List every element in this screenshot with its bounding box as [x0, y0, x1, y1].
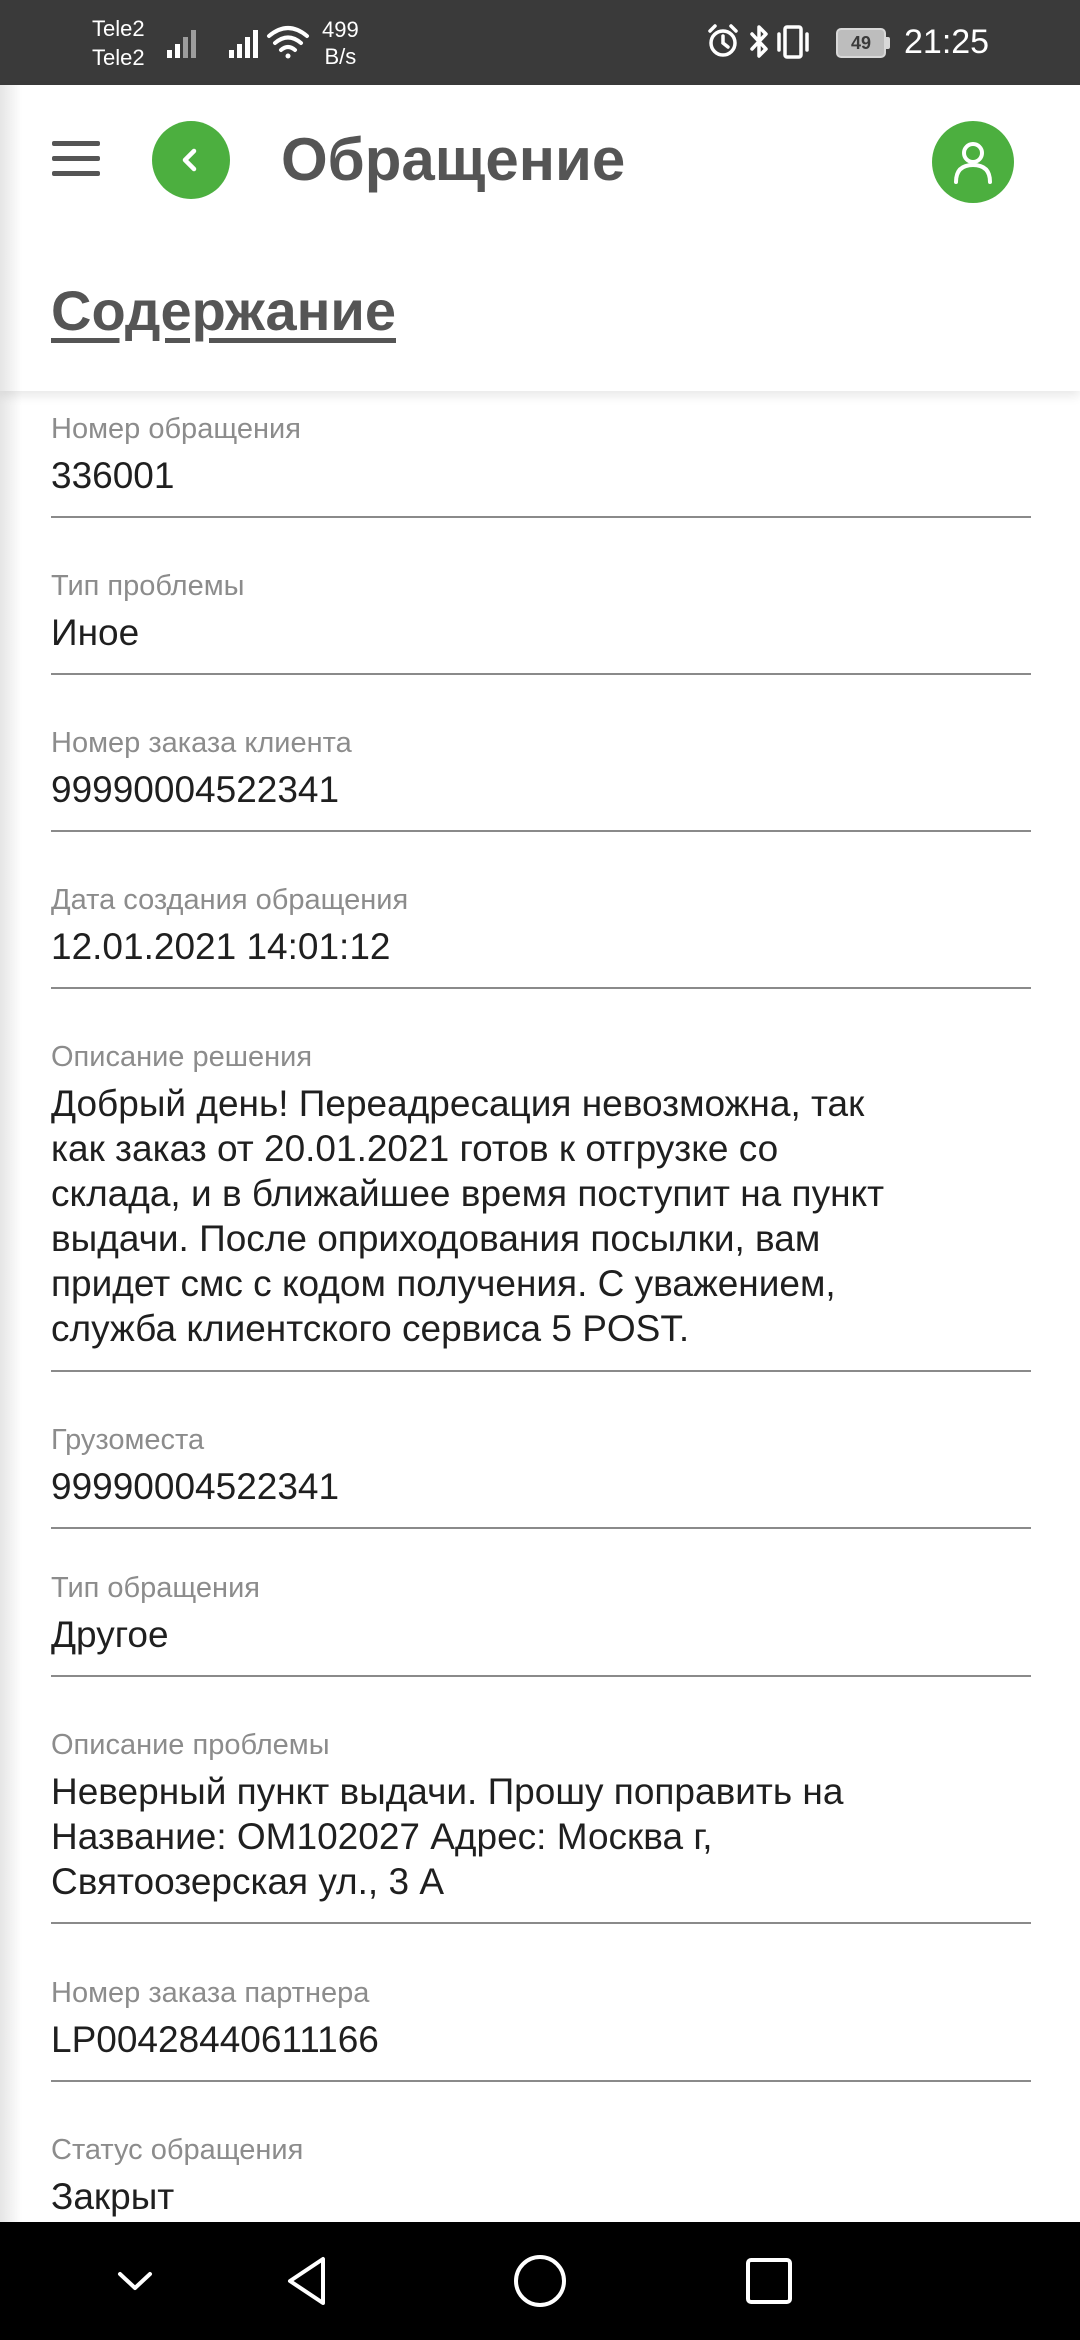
field-value: 336001	[51, 455, 175, 496]
signal-icons	[167, 26, 309, 59]
page-title: Обращение	[281, 126, 626, 193]
field-value: Закрыт	[51, 2176, 175, 2217]
network-speed-unit: B/s	[324, 44, 357, 69]
text-line: как заказ от 20.01.2021 готов к отгрузке…	[51, 1128, 779, 1169]
profile-button[interactable]	[932, 121, 1014, 203]
field-label: Номер заказа клиента	[51, 727, 352, 759]
text-line: Название: ОМ102027 Адрес: Москва г,	[51, 1816, 713, 1857]
wifi-icon	[267, 26, 309, 59]
text-line: придет смс с кодом получения. С уважение…	[51, 1263, 836, 1304]
bluetooth-icon	[750, 25, 768, 58]
chevron-down-icon[interactable]	[100, 2246, 170, 2316]
field-creation-date: Дата создания обращения 12.01.2021 14:01…	[51, 883, 1031, 989]
vibrate-icon	[777, 25, 809, 59]
triangle-back-icon[interactable]	[274, 2246, 344, 2316]
signal-strength-icon	[167, 30, 196, 58]
field-client-order-number: Номер заказа клиента 99990004522341	[51, 726, 1031, 832]
battery-icon: 49	[836, 28, 886, 58]
signal-strength-icon	[229, 30, 258, 58]
field-request-type: Тип обращения Другое	[51, 1571, 1031, 1677]
section-title[interactable]: Содержание	[51, 277, 396, 345]
system-navigation-bar	[0, 2222, 1080, 2340]
field-cargo-places: Грузоместа 99990004522341	[51, 1423, 1031, 1529]
text-line: склада, и в ближайшее время поступит на …	[51, 1173, 885, 1214]
field-partner-order-number: Номер заказа партнера LP00428440611166	[51, 1976, 1031, 2082]
circle-home-icon[interactable]	[505, 2246, 575, 2316]
app-header: Обращение Содержание	[0, 85, 1080, 391]
field-value: 12.01.2021 14:01:12	[51, 926, 391, 967]
field-label: Тип обращения	[51, 1572, 260, 1604]
carrier-names: Tele2 Tele2	[92, 14, 145, 72]
text-line: служба клиентского сервиса 5 POST.	[51, 1308, 690, 1349]
field-label: Тип проблемы	[51, 570, 245, 602]
text-line: Добрый день! Переадресация невозможна, т…	[51, 1083, 865, 1124]
field-request-status: Статус обращения Закрыт	[51, 2133, 1031, 2222]
network-speed-value: 499	[322, 17, 359, 42]
field-label: Грузоместа	[51, 1424, 205, 1456]
field-problem-description: Описание проблемы Неверный пункт выдачи.…	[51, 1728, 1031, 1924]
field-value: 99990004522341	[51, 1466, 340, 1507]
field-value: Иное	[51, 612, 140, 653]
field-label: Номер обращения	[51, 413, 301, 445]
network-speed: 499 B/s	[322, 16, 359, 70]
carrier-1: Tele2	[92, 16, 145, 41]
field-value: LP00428440611166	[51, 2019, 379, 2060]
field-label: Описание решения	[51, 1041, 313, 1073]
field-problem-type: Тип проблемы Иное	[51, 569, 1031, 675]
carrier-2: Tele2	[92, 45, 145, 70]
status-bar: Tele2 Tele2 499 B/s 49 21:25	[0, 0, 1080, 85]
field-label: Статус обращения	[51, 2134, 304, 2166]
hamburger-menu-icon[interactable]	[52, 141, 100, 177]
square-recents-icon[interactable]	[734, 2246, 804, 2316]
field-ticket-number: Номер обращения 336001	[51, 412, 1031, 518]
field-value-multiline: Неверный пункт выдачи. Прошу поправить н…	[51, 1769, 843, 1904]
chevron-left-icon	[182, 148, 197, 172]
back-button[interactable]	[152, 121, 230, 199]
alarm-icon	[708, 24, 738, 57]
field-value: Другое	[51, 1614, 169, 1655]
field-label: Номер заказа партнера	[51, 1977, 370, 2009]
user-icon	[954, 142, 992, 184]
clock: 21:25	[904, 23, 990, 61]
field-solution-description: Описание решения Добрый день! Переадреса…	[51, 1040, 1031, 1372]
field-label: Описание проблемы	[51, 1729, 330, 1761]
text-line: Неверный пункт выдачи. Прошу поправить н…	[51, 1771, 844, 1812]
text-line: Святоозерская ул., 3 А	[51, 1861, 445, 1902]
field-label: Дата создания обращения	[51, 884, 409, 916]
battery-level: 49	[850, 33, 872, 53]
battery-tip	[886, 37, 890, 49]
field-value-multiline: Добрый день! Переадресация невозможна, т…	[51, 1081, 884, 1351]
field-value: 99990004522341	[51, 769, 340, 810]
status-icons	[708, 24, 809, 59]
ticket-details: Номер обращения 336001 Тип проблемы Иное…	[0, 391, 1080, 2222]
text-line: выдачи. После оприходования посылки, вам	[51, 1218, 821, 1259]
